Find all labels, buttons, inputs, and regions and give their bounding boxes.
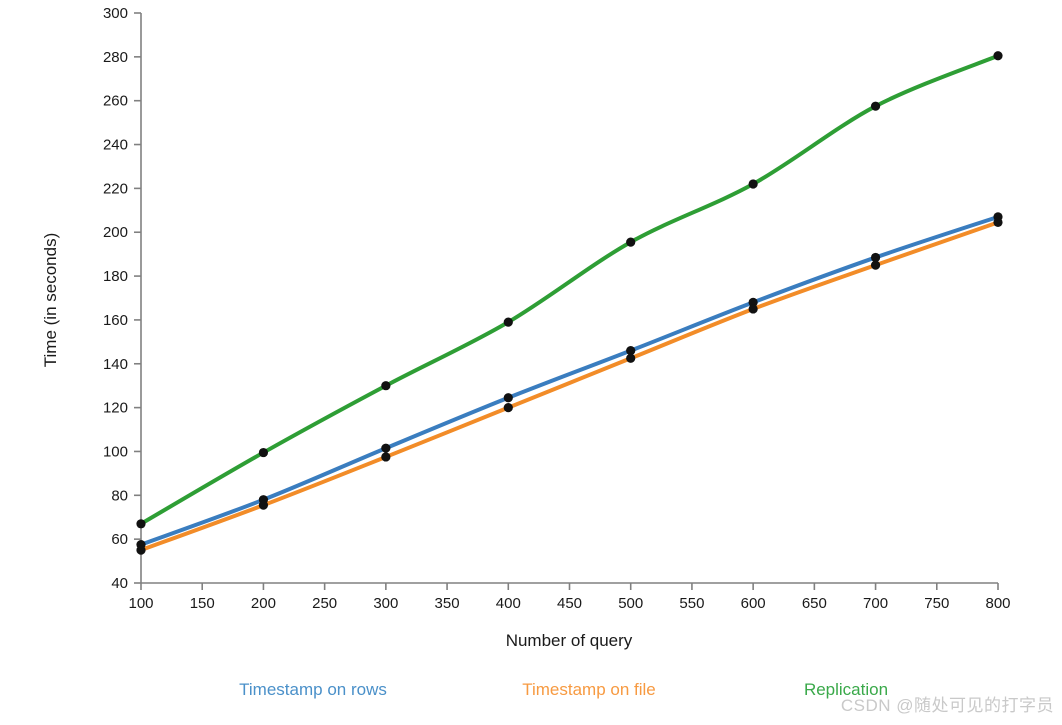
x-axis-tick-label: 450 (557, 595, 582, 612)
x-axis-tick-label: 250 (312, 595, 337, 612)
x-axis-tick-label: 100 (128, 595, 153, 612)
x-axis-tick-label: 300 (373, 595, 398, 612)
y-axis-tick-label: 300 (103, 5, 128, 22)
watermark: CSDN @随处可见的打字员 (840, 696, 1054, 715)
y-axis-tick-label: 160 (103, 312, 128, 329)
data-point-marker (136, 545, 146, 555)
data-point-marker (381, 452, 391, 462)
x-axis-tick-label: 500 (618, 595, 643, 612)
x-axis-tick-label: 550 (679, 595, 704, 612)
x-axis-tick-label: 800 (985, 595, 1010, 612)
data-point-marker (381, 381, 391, 391)
x-axis-tick-label: 750 (924, 595, 949, 612)
x-axis-tick-label: 650 (802, 595, 827, 612)
y-axis-tick-label: 80 (111, 487, 128, 504)
data-point-marker (503, 317, 513, 327)
y-axis-tick-label: 100 (103, 443, 128, 460)
data-point-marker (993, 217, 1003, 227)
x-axis-title: Number of query (506, 631, 633, 650)
data-point-marker (258, 500, 269, 510)
x-axis-tick-label: 350 (435, 595, 460, 612)
legend-item-1[interactable]: Timestamp on file (522, 680, 656, 699)
data-point-marker (748, 179, 758, 189)
chart-background (0, 0, 1062, 720)
x-axis-tick-label: 700 (863, 595, 888, 612)
line-chart: 406080100120140160180200220240260280300 … (0, 0, 1062, 720)
y-axis-tick-label: 120 (103, 400, 128, 417)
y-axis-tick-label: 220 (103, 180, 128, 197)
data-point-marker (993, 51, 1003, 61)
data-point-marker (626, 353, 636, 363)
data-point-marker (870, 101, 881, 111)
y-axis-tick-label: 260 (103, 93, 128, 110)
legend-item-0[interactable]: Timestamp on rows (239, 680, 387, 699)
data-point-marker (748, 304, 758, 314)
y-axis-tick-label: 140 (103, 356, 128, 373)
y-axis-tick-label: 240 (103, 137, 128, 154)
x-axis-tick-label: 400 (496, 595, 521, 612)
y-axis-tick-label: 60 (111, 531, 128, 548)
x-axis-tick-label: 150 (190, 595, 215, 612)
y-axis-tick-label: 40 (111, 575, 128, 592)
y-axis-tick-label: 280 (103, 49, 128, 66)
data-point-marker (381, 443, 391, 453)
y-axis-title: Time (in seconds) (41, 233, 60, 367)
y-axis-tick-label: 200 (103, 224, 128, 241)
chart-figure: 40 60 80 100 120 140 160 180 200 220 240 260 280 300 … (0, 0, 1062, 720)
data-point-marker (503, 403, 513, 413)
data-point-marker (258, 447, 269, 458)
data-point-marker (136, 519, 146, 529)
data-point-marker (503, 393, 513, 403)
data-point-marker (870, 260, 881, 270)
y-axis-tick-label: 180 (103, 268, 128, 285)
x-axis-tick-label: 600 (741, 595, 766, 612)
x-axis-tick-label: 200 (251, 595, 276, 612)
data-point-marker (626, 237, 636, 247)
